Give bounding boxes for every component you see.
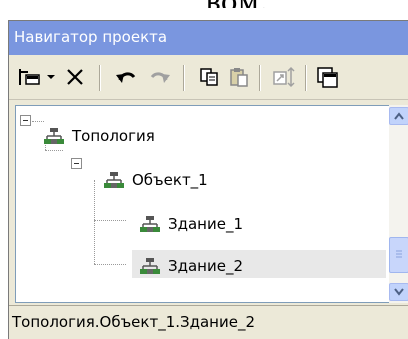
tree-connector — [32, 121, 44, 123]
tree-connector — [45, 150, 63, 152]
new-icon[interactable] — [17, 63, 43, 91]
hierarchy-icon — [140, 258, 160, 274]
tree-node-topology[interactable]: Топология — [44, 124, 155, 148]
document-text-fragment: вом. — [0, 0, 408, 8]
chevron-up-icon — [394, 112, 404, 120]
collapse-toggle[interactable] — [20, 115, 31, 126]
toolbar-separator — [259, 65, 260, 91]
tree-node-label: Топология — [72, 127, 155, 145]
redo-icon[interactable] — [147, 63, 173, 91]
tree-connector — [94, 264, 126, 266]
window-title: Навигатор проекта — [14, 28, 168, 46]
collapse-toggle[interactable] — [71, 158, 82, 169]
tree-node-building-2[interactable]: Здание_2 — [140, 254, 243, 278]
copy-icon[interactable] — [197, 63, 221, 91]
tree-node-label: Здание_1 — [168, 215, 244, 233]
status-path: Топология.Объект_1.Здание_2 — [12, 313, 256, 331]
paste-icon[interactable] — [227, 63, 251, 91]
toolbar-separator — [305, 65, 306, 91]
tree-node-label: Здание_2 — [168, 257, 244, 275]
tree-connector — [94, 220, 126, 222]
hierarchy-icon — [44, 128, 64, 144]
tree-connector — [94, 180, 96, 264]
project-navigator-window: Навигатор проекта Топология Объект_1 Зда… — [8, 20, 408, 339]
hierarchy-icon — [140, 216, 160, 232]
hierarchy-icon — [104, 172, 124, 188]
project-tree[interactable]: Топология Объект_1 Здание_1 Здание_2 — [15, 105, 390, 303]
grip-icon — [396, 250, 402, 258]
toolbar-separator — [183, 65, 184, 91]
chevron-down-icon — [394, 288, 404, 296]
dropdown-arrow-icon[interactable] — [45, 63, 57, 91]
move-icon[interactable] — [271, 63, 297, 91]
tree-node-object-1[interactable]: Объект_1 — [104, 168, 208, 192]
status-bar: Топология.Объект_1.Здание_2 — [9, 305, 408, 339]
tree-node-label: Объект_1 — [132, 171, 208, 189]
delete-icon[interactable] — [63, 63, 87, 91]
scroll-thumb[interactable] — [389, 237, 408, 273]
toolbar-separator — [99, 65, 100, 91]
properties-icon[interactable] — [315, 63, 341, 91]
tree-node-building-1[interactable]: Здание_1 — [140, 212, 243, 236]
scroll-up-button[interactable] — [389, 107, 408, 125]
undo-icon[interactable] — [113, 63, 139, 91]
scroll-down-button[interactable] — [389, 283, 408, 301]
vertical-scrollbar[interactable] — [389, 105, 408, 303]
title-bar: Навигатор проекта — [9, 21, 408, 55]
toolbar — [9, 55, 408, 100]
